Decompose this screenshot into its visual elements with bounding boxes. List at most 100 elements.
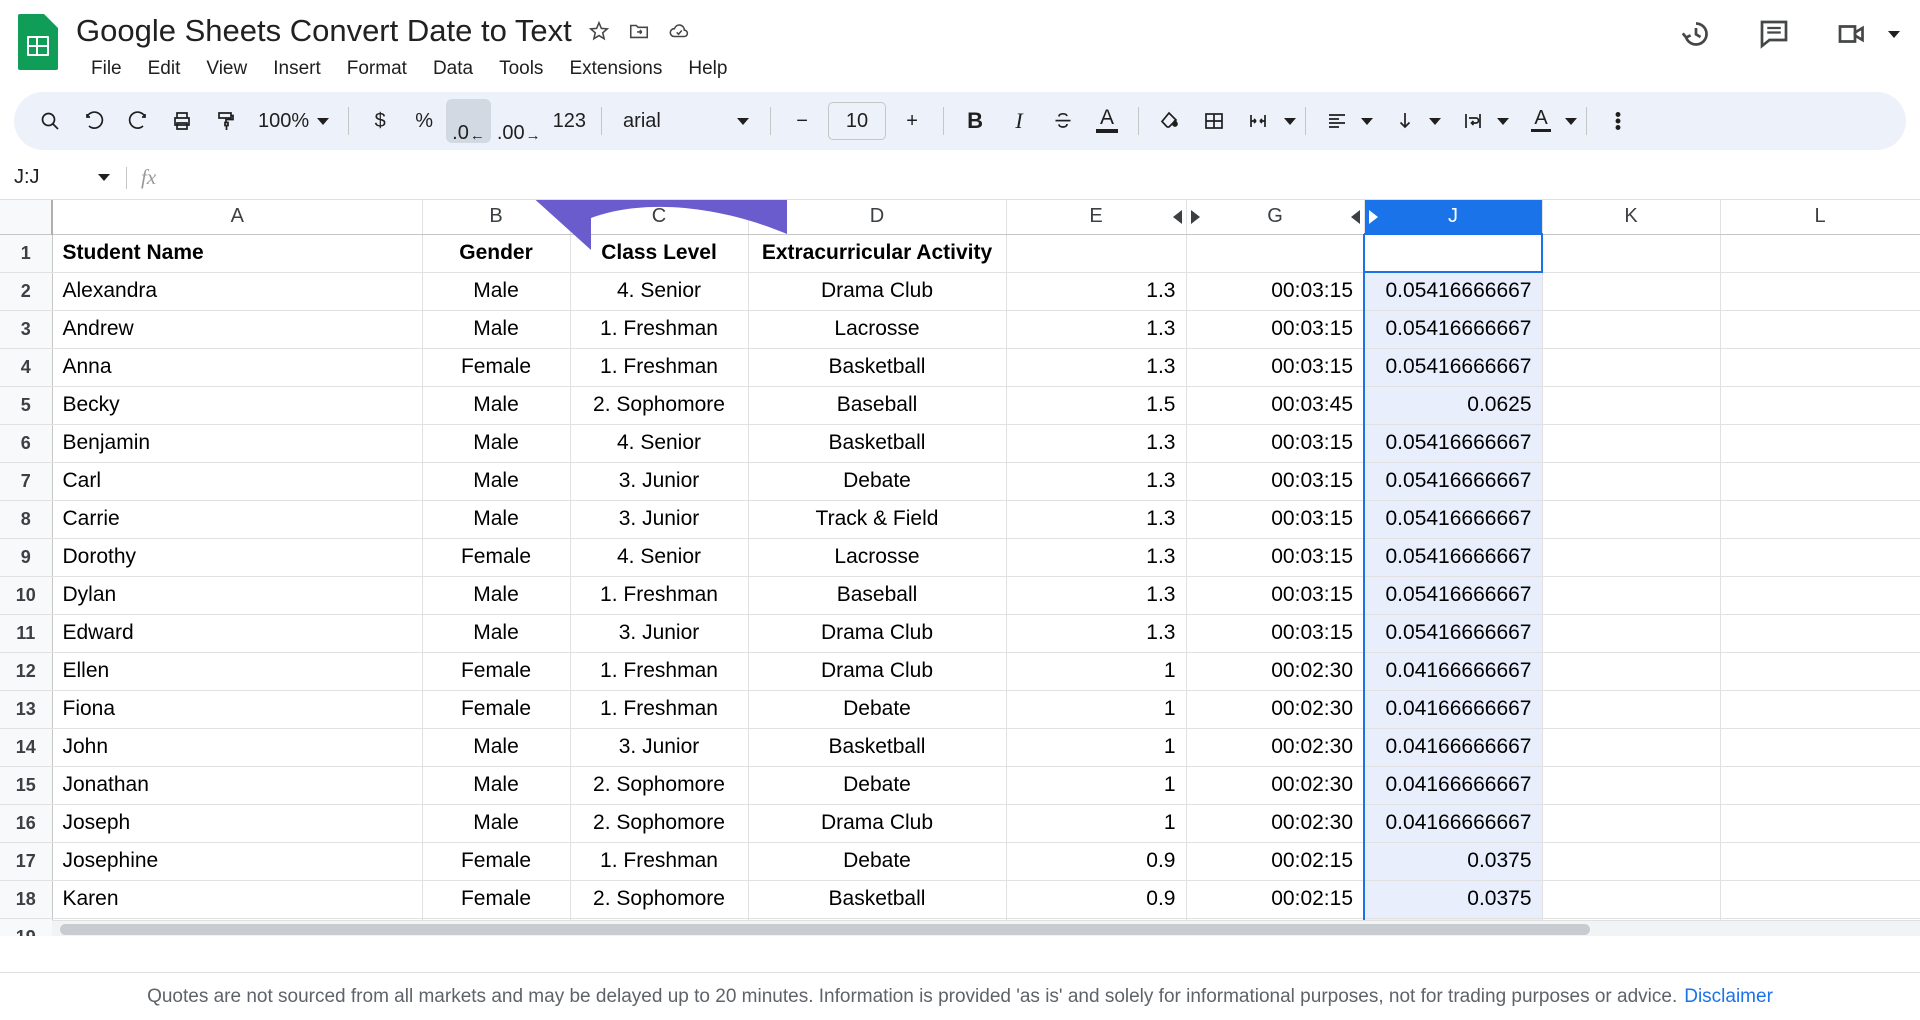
cell-A17[interactable]: Josephine — [52, 842, 423, 881]
cell-A9[interactable]: Dorothy — [52, 538, 423, 577]
cell-L3[interactable] — [1720, 310, 1920, 349]
font-size-decrease-button[interactable]: − — [780, 99, 824, 143]
cell-G6[interactable]: 00:03:15 — [1186, 424, 1365, 463]
cell-D15[interactable]: Debate — [748, 766, 1007, 805]
cell-G17[interactable]: 00:02:15 — [1186, 842, 1365, 881]
cell-D9[interactable]: Lacrosse — [748, 538, 1007, 577]
row-header-7[interactable]: 7 — [0, 462, 53, 501]
cell-B10[interactable]: Male — [422, 576, 571, 615]
cell-D6[interactable]: Basketball — [748, 424, 1007, 463]
cell-B5[interactable]: Male — [422, 386, 571, 425]
cell-K16[interactable] — [1542, 804, 1721, 843]
cell-E14[interactable]: 1 — [1006, 728, 1187, 767]
table-row[interactable]: 3 Andrew Male 1. Freshman Lacrosse 1.3 00:03:1… — [0, 310, 1920, 349]
row-header-9[interactable]: 9 — [0, 538, 53, 577]
cell-C12[interactable]: 1. Freshman — [570, 652, 749, 691]
cell-K8[interactable] — [1542, 500, 1721, 539]
cell-D12[interactable]: Drama Club — [748, 652, 1007, 691]
cell-J9[interactable]: 0.05416666667 — [1363, 538, 1543, 577]
text-rotation-icon[interactable]: A — [1519, 99, 1563, 143]
cell-G10[interactable]: 00:03:15 — [1186, 576, 1365, 615]
cell-C7[interactable]: 3. Junior — [570, 462, 749, 501]
cell-C15[interactable]: 2. Sophomore — [570, 766, 749, 805]
cell-B15[interactable]: Male — [422, 766, 571, 805]
cell-G12[interactable]: 00:02:30 — [1186, 652, 1365, 691]
row-header-15[interactable]: 15 — [0, 766, 53, 805]
cell-A1[interactable]: Student Name — [52, 234, 423, 273]
column-header-k[interactable]: K — [1542, 200, 1721, 235]
zoom-control[interactable]: 100% — [248, 99, 339, 143]
cell-B14[interactable]: Male — [422, 728, 571, 767]
column-header-g[interactable]: G — [1186, 200, 1365, 235]
cell-J13[interactable]: 0.04166666667 — [1363, 690, 1543, 729]
cell-K1[interactable] — [1542, 234, 1721, 273]
table-row[interactable]: 1 Student Name Gender Class Level Extracurri… — [0, 233, 1920, 273]
chevron-down-icon[interactable] — [1888, 30, 1900, 38]
cell-B4[interactable]: Female — [422, 348, 571, 387]
row-header-11[interactable]: 11 — [0, 614, 53, 653]
menu-tools[interactable]: Tools — [486, 54, 556, 84]
scrollbar-thumb[interactable] — [60, 924, 1590, 935]
cell-K12[interactable] — [1542, 652, 1721, 691]
table-row[interactable]: 16 Joseph Male 2. Sophomore Drama Club 1 00:02… — [0, 804, 1920, 843]
disclaimer-link[interactable]: Disclaimer — [1684, 986, 1773, 1008]
cell-B7[interactable]: Male — [422, 462, 571, 501]
row-header-18[interactable]: 18 — [0, 880, 53, 919]
column-header-b[interactable]: B — [422, 200, 571, 235]
table-row[interactable]: 8 Carrie Male 3. Junior Track & Field 1.3 00:0… — [0, 500, 1920, 539]
cell-D1[interactable]: Extracurricular Activity — [748, 234, 1007, 273]
page-title[interactable]: Google Sheets Convert Date to Text — [76, 13, 572, 49]
row-header-12[interactable]: 12 — [0, 652, 53, 691]
cell-L4[interactable] — [1720, 348, 1920, 387]
row-header-5[interactable]: 5 — [0, 386, 53, 425]
cell-C9[interactable]: 4. Senior — [570, 538, 749, 577]
cell-K6[interactable] — [1542, 424, 1721, 463]
cell-B3[interactable]: Male — [422, 310, 571, 349]
row-header-4[interactable]: 4 — [0, 348, 53, 387]
cell-E1[interactable] — [1006, 234, 1187, 273]
undo-icon[interactable] — [72, 99, 116, 143]
table-row[interactable]: 14 John Male 3. Junior Basketball 1 00:02:30 0.… — [0, 728, 1920, 767]
cell-E8[interactable]: 1.3 — [1006, 500, 1187, 539]
cell-D13[interactable]: Debate — [748, 690, 1007, 729]
cell-E18[interactable]: 0.9 — [1006, 880, 1187, 919]
cell-D10[interactable]: Baseball — [748, 576, 1007, 615]
hidden-column-arrow-left[interactable] — [1350, 209, 1360, 224]
decrease-decimal-button[interactable]: .0 ← — [446, 99, 491, 143]
cell-D16[interactable]: Drama Club — [748, 804, 1007, 843]
column-header-c[interactable]: C — [570, 200, 749, 235]
cell-L16[interactable] — [1720, 804, 1920, 843]
cell-J1[interactable] — [1363, 233, 1543, 273]
row-header-8[interactable]: 8 — [0, 500, 53, 539]
cell-J14[interactable]: 0.04166666667 — [1363, 728, 1543, 767]
comment-icon[interactable] — [1754, 14, 1794, 54]
table-row[interactable]: 6 Benjamin Male 4. Senior Basketball 1.3 00:03… — [0, 424, 1920, 463]
cell-L7[interactable] — [1720, 462, 1920, 501]
menu-data[interactable]: Data — [420, 54, 486, 84]
cell-E16[interactable]: 1 — [1006, 804, 1187, 843]
cell-K7[interactable] — [1542, 462, 1721, 501]
cell-K9[interactable] — [1542, 538, 1721, 577]
cell-L2[interactable] — [1720, 272, 1920, 311]
cell-J4[interactable]: 0.05416666667 — [1363, 348, 1543, 387]
cell-J6[interactable]: 0.05416666667 — [1363, 424, 1543, 463]
cell-K15[interactable] — [1542, 766, 1721, 805]
column-header-e[interactable]: E — [1006, 200, 1187, 235]
cell-C18[interactable]: 2. Sophomore — [570, 880, 749, 919]
row-header-19[interactable]: 19 — [0, 918, 53, 936]
cell-B18[interactable]: Female — [422, 880, 571, 919]
cell-A16[interactable]: Joseph — [52, 804, 423, 843]
cell-L6[interactable] — [1720, 424, 1920, 463]
cell-C5[interactable]: 2. Sophomore — [570, 386, 749, 425]
table-row[interactable]: 17 Josephine Female 1. Freshman Debate 0.9 00:… — [0, 842, 1920, 881]
cell-A6[interactable]: Benjamin — [52, 424, 423, 463]
cell-A13[interactable]: Fiona — [52, 690, 423, 729]
cell-J12[interactable]: 0.04166666667 — [1363, 652, 1543, 691]
cell-G3[interactable]: 00:03:15 — [1186, 310, 1365, 349]
star-icon[interactable] — [586, 18, 612, 44]
cell-G9[interactable]: 00:03:15 — [1186, 538, 1365, 577]
table-row[interactable]: 10 Dylan Male 1. Freshman Baseball 1.3 00:03:1… — [0, 576, 1920, 615]
row-header-10[interactable]: 10 — [0, 576, 53, 615]
table-row[interactable]: 2 Alexandra Male 4. Senior Drama Club 1.3 00:0… — [0, 272, 1920, 311]
table-row[interactable]: 4 Anna Female 1. Freshman Basketball 1.3 00:03… — [0, 348, 1920, 387]
